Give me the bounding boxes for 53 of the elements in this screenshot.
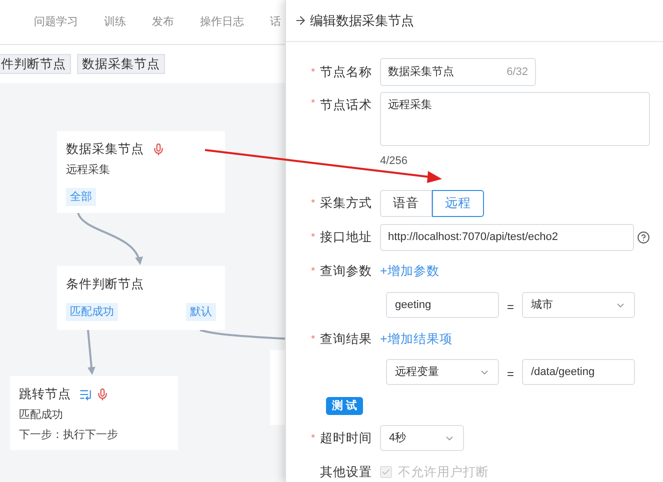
- field-label: 查询结果: [320, 330, 372, 348]
- connector-arrow: [87, 330, 96, 375]
- input-field[interactable]: geeting: [386, 292, 499, 318]
- nav-tab[interactable]: 问题学习: [34, 14, 78, 30]
- equals-sign: =: [506, 299, 515, 316]
- node-text: 匹配成功: [19, 408, 64, 423]
- field-label: 查询参数: [320, 262, 372, 280]
- flow-node[interactable]: 跳转节点 匹配成功 下一步：执行下一步: [10, 376, 178, 450]
- node-text: 远程采集: [66, 163, 111, 178]
- text-area[interactable]: 远程采集: [380, 92, 650, 146]
- microphone-icon: [152, 142, 165, 156]
- node-title: 条件判断节点: [66, 276, 144, 293]
- help-icon[interactable]: [637, 231, 650, 244]
- input-field[interactable]: /data/geeting: [522, 359, 635, 385]
- microphone-icon: [96, 388, 109, 400]
- input-field[interactable]: http://localhost:7070/api/test/echo2: [380, 224, 634, 251]
- required-mark: *: [311, 197, 315, 211]
- nav-tab[interactable]: 操作日志: [200, 14, 244, 30]
- test-button[interactable]: 测 试: [326, 397, 364, 415]
- field-label: 采集方式: [320, 195, 372, 212]
- required-mark: *: [311, 231, 315, 245]
- nav-tab[interactable]: 发布: [152, 14, 174, 30]
- field-label: 超时时间: [320, 430, 372, 447]
- select-field[interactable]: 远程变量: [386, 359, 499, 385]
- node-type-button[interactable]: 数据采集节点: [77, 54, 165, 74]
- select-field[interactable]: 4秒: [380, 425, 464, 451]
- required-mark: *: [311, 332, 315, 346]
- nav-tab[interactable]: 话: [270, 14, 281, 30]
- equals-sign: =: [506, 366, 515, 383]
- field-label: 其他设置: [320, 464, 372, 481]
- drawer-title: 编辑数据采集节点: [310, 12, 414, 30]
- flow-node[interactable]: 数据采集节点 远程采集 全部: [57, 131, 225, 213]
- connector-arrow: [77, 212, 142, 265]
- list-icon: [79, 388, 92, 400]
- required-mark: *: [311, 432, 315, 446]
- node-title: 跳转节点: [19, 386, 71, 403]
- char-count: 4/256: [380, 155, 408, 167]
- char-count: 6/32: [506, 64, 528, 80]
- arrow-icon[interactable]: [294, 14, 307, 27]
- segment-option[interactable]: 语音: [380, 190, 432, 217]
- node-text: 下一步：执行下一步: [19, 428, 119, 443]
- nav-tab[interactable]: 训练: [104, 14, 126, 30]
- field-label: 节点名称: [320, 64, 372, 81]
- required-mark: *: [311, 264, 315, 278]
- required-mark: *: [311, 66, 315, 80]
- node-type-button[interactable]: 件判断节点: [0, 54, 71, 74]
- field-label: 节点话术: [320, 97, 372, 114]
- required-mark: *: [311, 97, 315, 111]
- node-title: 数据采集节点: [66, 141, 144, 158]
- input-field[interactable]: 数据采集节点 6/32: [380, 58, 536, 86]
- select-field[interactable]: 城市: [522, 292, 635, 318]
- checkbox-label: 不允许用户打断: [398, 464, 489, 481]
- field-label: 接口地址: [320, 229, 372, 246]
